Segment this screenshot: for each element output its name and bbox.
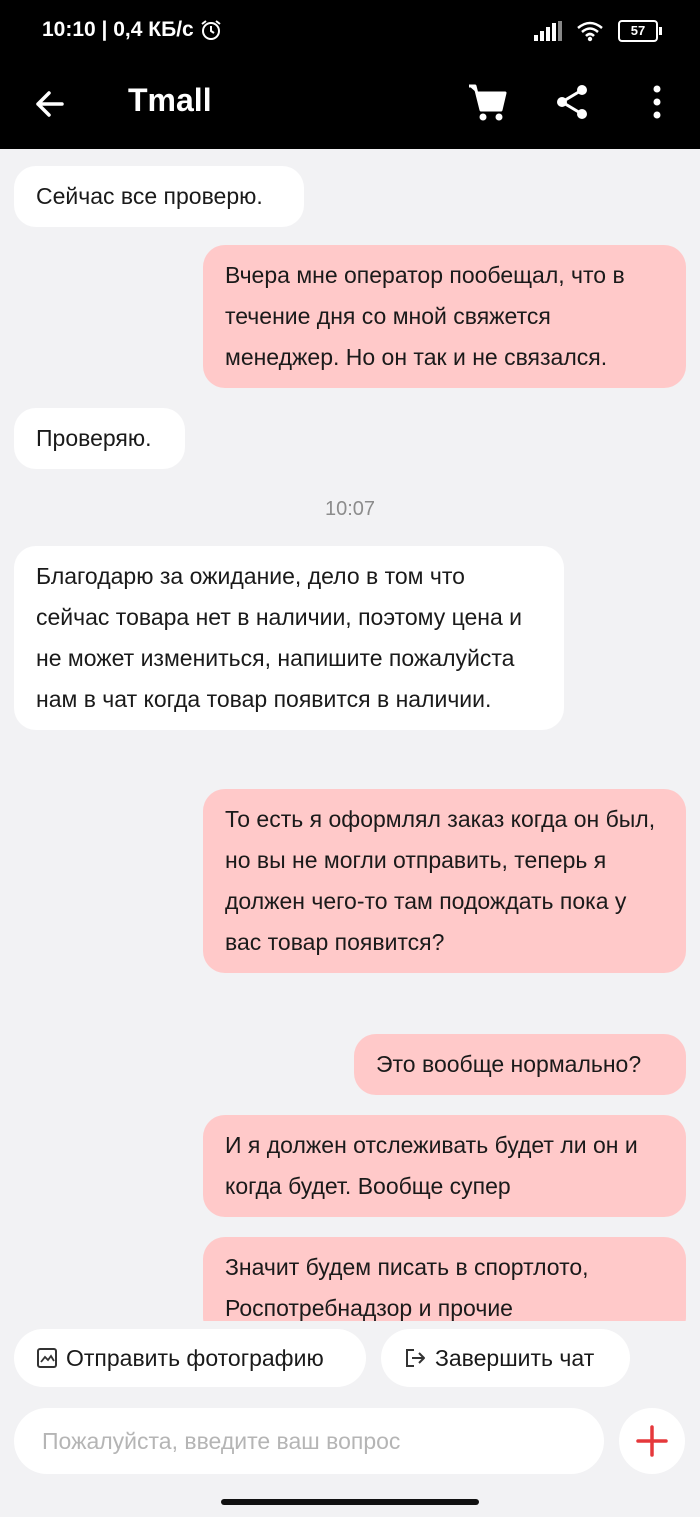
message-outgoing: Значит будем писать в спортлото, Роспотр… bbox=[203, 1237, 686, 1321]
cart-icon[interactable] bbox=[465, 80, 509, 124]
input-bar bbox=[0, 1397, 700, 1485]
home-indicator[interactable] bbox=[221, 1499, 479, 1505]
message-incoming: Сейчас все проверю. bbox=[14, 166, 304, 227]
battery-icon: 57 bbox=[618, 20, 662, 42]
plus-icon bbox=[636, 1425, 668, 1457]
alarm-icon bbox=[201, 20, 221, 40]
status-time-speed: 10:10 | 0,4 КБ/с bbox=[42, 18, 194, 41]
signal-icon bbox=[534, 21, 562, 41]
logout-icon bbox=[406, 1349, 425, 1367]
message-outgoing: Это вообще нормально? bbox=[354, 1034, 686, 1095]
back-arrow-icon[interactable] bbox=[30, 84, 70, 124]
app-bar: Tmall bbox=[0, 62, 700, 149]
add-attachment-button[interactable] bbox=[619, 1408, 685, 1474]
page-title: Tmall bbox=[128, 82, 212, 118]
message-outgoing: И я должен отслеживать будет ли он и ког… bbox=[203, 1115, 686, 1217]
image-icon bbox=[37, 1348, 57, 1368]
end-chat-label: Завершить чат bbox=[435, 1344, 595, 1371]
message-incoming: Проверяю. bbox=[14, 408, 185, 469]
status-left: 10:10 | 0,4 КБ/с bbox=[42, 18, 222, 42]
message-incoming: Благодарю за ожидание, дело в том что се… bbox=[14, 546, 564, 730]
message-timestamp: 10:07 bbox=[324, 498, 376, 520]
status-bar: 10:10 | 0,4 КБ/с 57 bbox=[0, 0, 700, 62]
chat-thread[interactable]: Сейчас все проверю. Вчера мне оператор п… bbox=[0, 149, 700, 1321]
send-photo-button[interactable]: Отправить фотографию bbox=[14, 1329, 366, 1387]
status-right: 57 bbox=[534, 20, 662, 42]
send-photo-label: Отправить фотографию bbox=[66, 1344, 324, 1371]
question-input[interactable] bbox=[14, 1408, 604, 1474]
wifi-icon bbox=[577, 21, 603, 42]
battery-level: 57 bbox=[630, 23, 646, 38]
more-menu-icon[interactable] bbox=[635, 80, 679, 124]
message-outgoing: Вчера мне оператор пообещал, что в течен… bbox=[203, 245, 686, 388]
end-chat-button[interactable]: Завершить чат bbox=[381, 1329, 630, 1387]
message-outgoing: То есть я оформлял заказ когда он был, н… bbox=[203, 789, 686, 973]
share-icon[interactable] bbox=[550, 80, 594, 124]
